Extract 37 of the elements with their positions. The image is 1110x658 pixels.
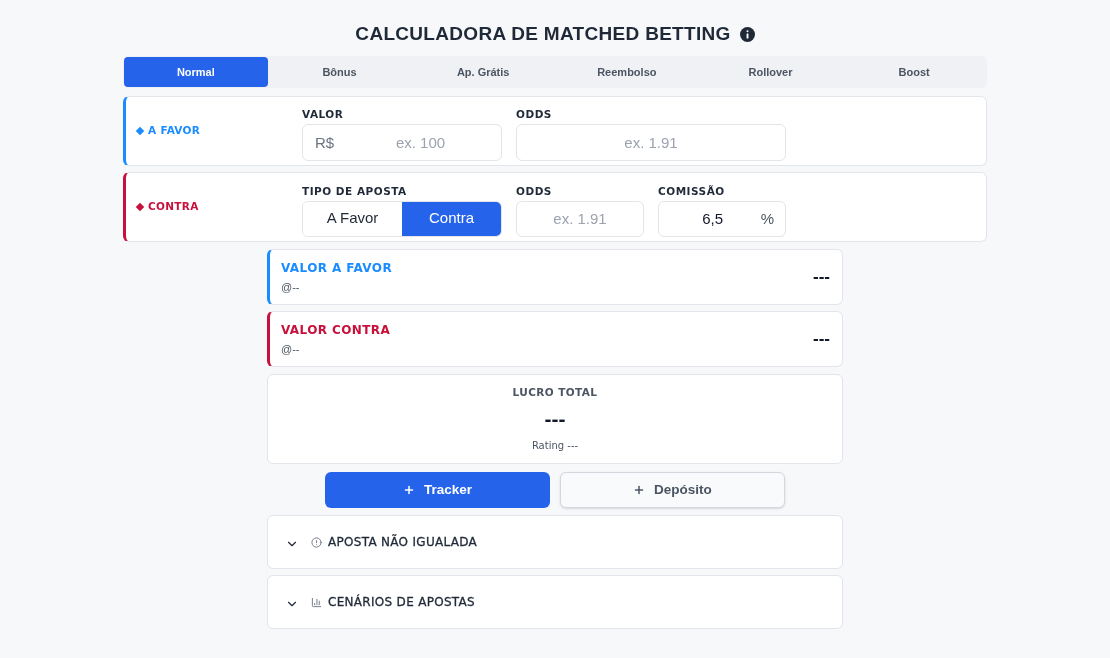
percent-suffix: % (760, 208, 774, 229)
mode-tab[interactable]: Normal (124, 57, 268, 87)
bet-side-label: A FAVOR (148, 123, 201, 139)
bet-side-label: CONTRA (148, 199, 199, 215)
odds-input-field[interactable]: ex. 1.91 (516, 124, 786, 161)
collapsible-section-header[interactable]: APOSTA NÃO IGUALADA (267, 515, 843, 569)
field-label: ODDS (516, 107, 553, 121)
bar-chart-icon (311, 596, 322, 608)
mode-tab[interactable]: Boost (842, 57, 986, 87)
collapsible-section-header[interactable]: CENÁRIOS DE APOSTAS (267, 575, 843, 629)
stake-amount: --- (813, 266, 830, 289)
mode-tab[interactable]: Reembolso (555, 57, 699, 87)
mode-tab[interactable]: Rollover (698, 57, 843, 87)
plus-icon (633, 484, 646, 496)
field-label: TIPO DE APOSTA (302, 183, 408, 198)
field-label: VALOR (302, 107, 345, 121)
info-icon[interactable] (739, 26, 755, 42)
field-label: ODDS (516, 183, 553, 198)
alert-circle-icon (311, 536, 322, 548)
deposit-button[interactable]: Depósito (560, 472, 785, 508)
stake-amount: --- (813, 328, 830, 351)
currency-prefix: R$ (315, 132, 335, 153)
total-profit-label: LUCRO TOTAL (512, 384, 598, 400)
tracker-button[interactable]: Tracker (325, 472, 550, 508)
odds-input-field[interactable]: ex. 1.91 (516, 200, 644, 237)
page-title: CALCULADORA DE MATCHED BETTING (355, 21, 731, 46)
stake-odds: @-- (281, 341, 301, 357)
plus-icon (402, 484, 415, 496)
stake-label: VALOR A FAVOR (281, 259, 393, 277)
bet-type-toggle-option[interactable]: Contra (402, 201, 501, 236)
stake-odds: @-- (281, 279, 301, 295)
mode-tab[interactable]: Bônus (267, 57, 412, 87)
field-label: COMISSÃO (658, 183, 726, 198)
total-profit-value: --- (544, 406, 566, 433)
mode-tab[interactable]: Ap. Grátis (411, 57, 555, 87)
stake-label: VALOR CONTRA (281, 321, 391, 339)
rating-text: Rating --- (531, 439, 579, 454)
